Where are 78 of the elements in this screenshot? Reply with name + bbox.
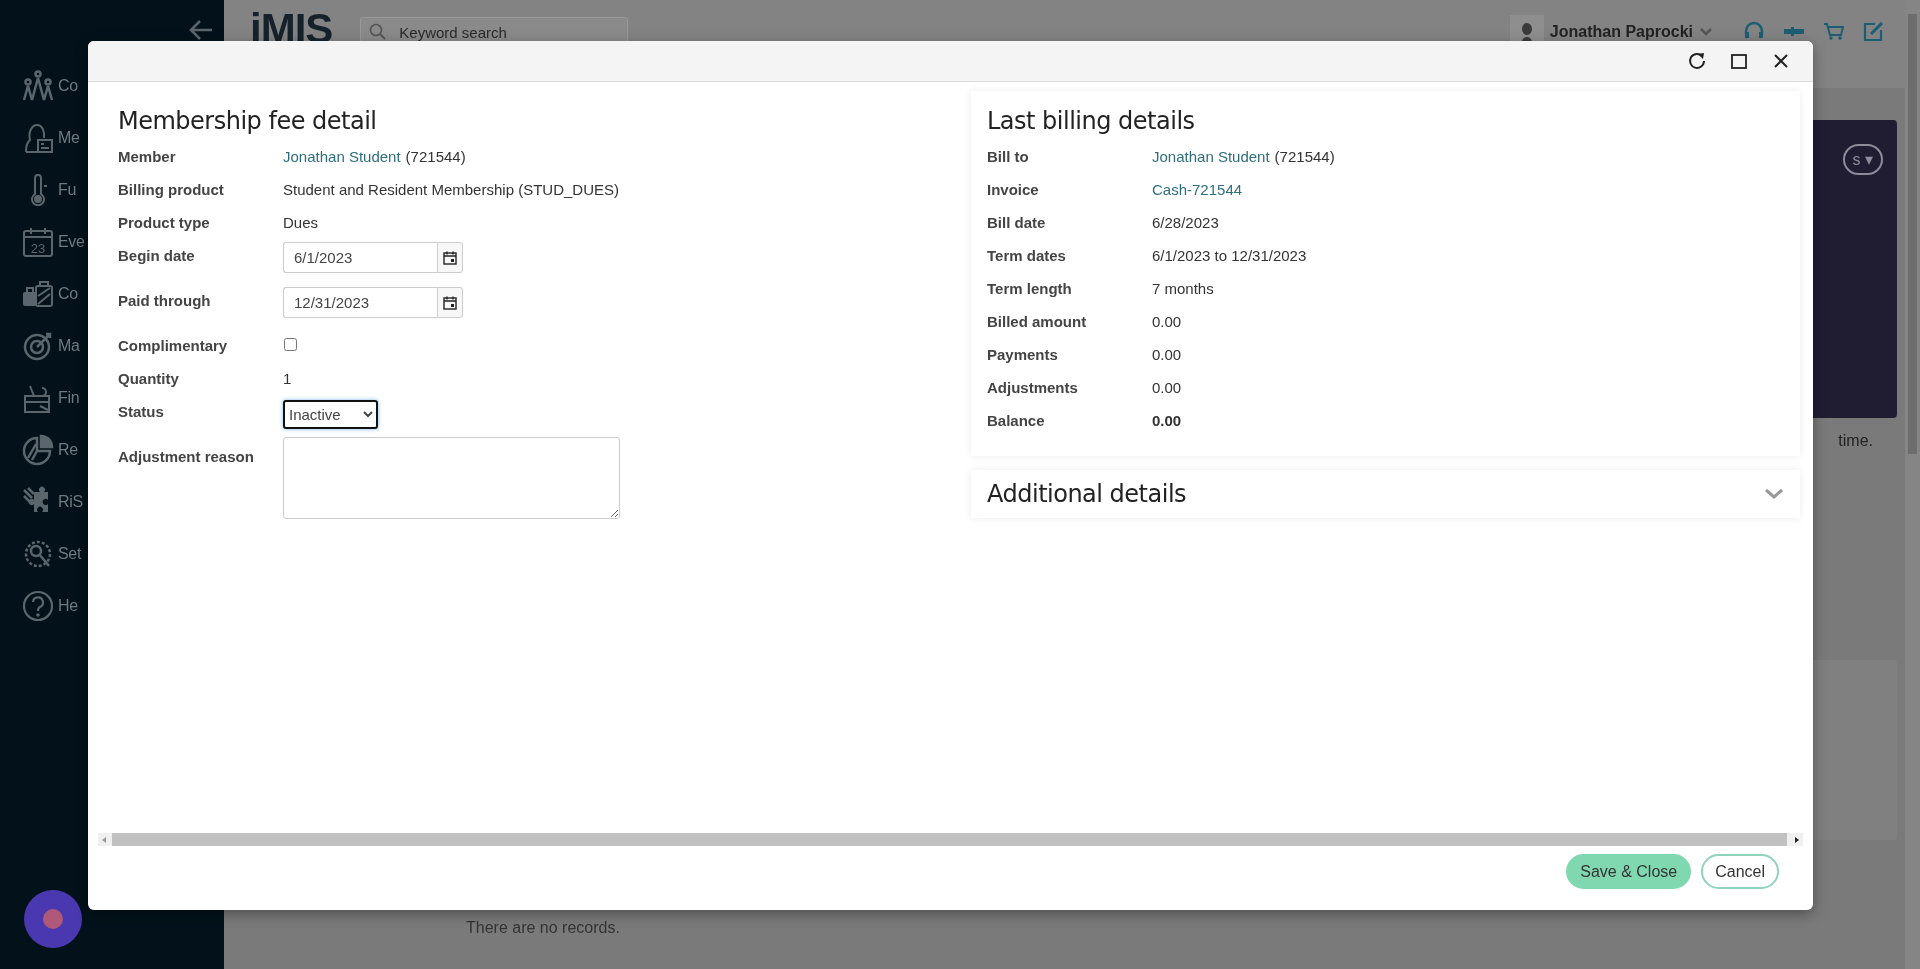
additional-details-panel[interactable]: Additional details (971, 470, 1800, 518)
calendar-icon (442, 249, 458, 266)
section-title: Last billing details (987, 107, 1196, 135)
field-label: Bill to (987, 147, 1030, 167)
target-icon (22, 330, 54, 362)
person-badge-icon (22, 122, 54, 154)
scrollbar[interactable] (1905, 0, 1920, 969)
settings-icon (22, 538, 54, 570)
field-label: Complimentary (118, 336, 229, 356)
date-field[interactable]: 6/1/2023 (283, 242, 437, 273)
field-label: Billing product (118, 180, 225, 200)
field-value: 6/28/2023 (1152, 213, 1220, 233)
pie-chart-icon (22, 434, 54, 466)
field-value: 6/1/2023 to 12/31/2023 (1152, 246, 1308, 266)
field-label: Member (118, 147, 177, 167)
note-text: time. (1838, 432, 1873, 450)
link[interactable]: Cash-721544 (1152, 179, 1243, 200)
sidebar-item[interactable]: RiS (58, 493, 83, 511)
field-value: 0.00 (1152, 312, 1183, 332)
field-label: Begin date (118, 246, 196, 266)
field-label: Adjustments (987, 378, 1079, 398)
field-value: 0.00 (1152, 345, 1183, 365)
status-select[interactable]: Inactive (283, 400, 378, 429)
field-label: Bill date (987, 213, 1047, 233)
sidebar-item[interactable]: Re (58, 441, 78, 459)
sidebar-item[interactable]: Eve (58, 233, 85, 251)
save-button[interactable]: Save & Close (1566, 854, 1692, 889)
help-icon (22, 590, 54, 622)
chevron-down-icon[interactable] (1764, 488, 1784, 500)
section-title: Membership fee detail (118, 107, 378, 135)
field-label: Balance (987, 411, 1046, 431)
back-arrow-icon[interactable] (188, 18, 214, 42)
calendar-button[interactable] (437, 242, 463, 273)
briefcase-icon (22, 278, 54, 310)
cancel-button[interactable]: Cancel (1701, 854, 1779, 889)
empty-message: There are no records. (466, 919, 621, 937)
date-field[interactable]: 12/31/2023 (283, 287, 437, 318)
field-value: Student and Resident Membership (STUD_DUES) (283, 180, 620, 200)
field-label: Adjustment reason (118, 447, 255, 467)
id-text: (721544) (405, 147, 466, 167)
user-name[interactable]: Jonathan Paprocki (1549, 23, 1693, 41)
field-value: 7 months (1152, 279, 1215, 299)
sidebar-item[interactable]: Fu (58, 181, 77, 199)
maximize-icon[interactable] (1729, 51, 1749, 71)
checkbox[interactable] (284, 338, 297, 351)
sidebar-item[interactable]: Me (58, 129, 80, 147)
sidebar-item[interactable]: Co (58, 77, 78, 95)
field-label: Payments (987, 345, 1059, 365)
field-label: Invoice (987, 180, 1040, 200)
sidebar-item[interactable]: Set (58, 545, 82, 563)
field-value: 0.00 (1152, 378, 1183, 398)
field-label: Status (118, 402, 165, 422)
link[interactable]: Jonathan Student (283, 146, 401, 167)
refresh-icon[interactable] (1687, 51, 1707, 71)
field-label: Paid through (118, 291, 212, 311)
sidebar-item[interactable]: Ma (58, 337, 80, 355)
sidebar-item[interactable]: Co (58, 285, 78, 303)
people-icon (22, 70, 54, 102)
field-label: Billed amount (987, 312, 1088, 332)
field-label: Term dates (987, 246, 1067, 266)
horizontal-scrollbar[interactable] (98, 833, 1803, 846)
field-label: Quantity (118, 369, 180, 389)
reason-field[interactable] (283, 437, 620, 519)
menu-button[interactable]: s ▾ (1842, 144, 1883, 175)
field-label: Product type (118, 213, 211, 233)
search-icon (369, 23, 388, 41)
sidebar-item[interactable]: He (58, 597, 78, 615)
field-value: 0.00 (1152, 411, 1183, 431)
sidebar-item[interactable]: Fin (58, 389, 80, 407)
calendar-icon (442, 294, 458, 311)
id-text: (721544) (1274, 147, 1335, 167)
field-value: Dues (283, 213, 320, 233)
field-label: Term length (987, 279, 1073, 299)
section-title: Additional details (987, 480, 1187, 508)
chat-button[interactable] (24, 890, 82, 948)
link[interactable]: Jonathan Student (1152, 146, 1270, 167)
calendar-button[interactable] (437, 287, 463, 318)
field-value: 1 (283, 369, 293, 389)
